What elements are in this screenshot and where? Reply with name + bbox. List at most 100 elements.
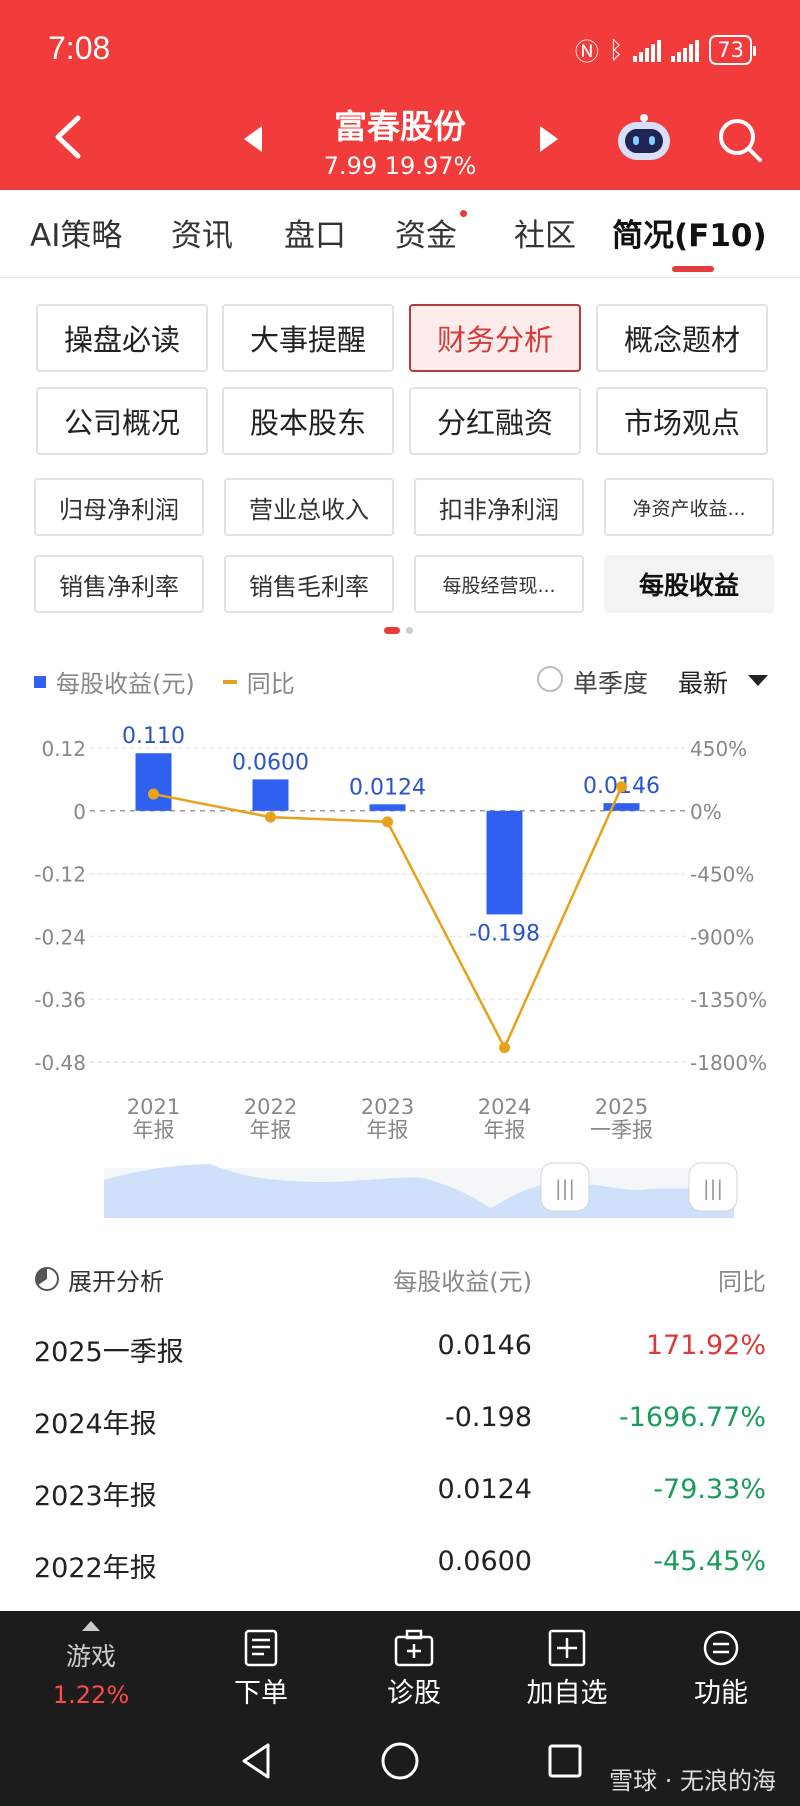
row-yoy: -1696.77% [618,1402,766,1433]
x-period-label: 年报 [250,1118,292,1142]
left-tick-label: -0.36 [34,988,86,1012]
dropdown-arrow-icon[interactable] [748,675,768,686]
header-eps: 每股收益(元) [393,1268,532,1296]
active-tab-indicator [672,266,714,272]
metric-net-profit-parent[interactable]: 归母净利润 [34,478,204,536]
tab-f10-overview[interactable]: 简况(F10) [612,210,767,255]
stock-price: 7.99 19.97% [323,152,477,180]
nav-functions-label: 功能 [694,1678,748,1709]
row-period: 2025一季报 [34,1337,184,1368]
row-period: 2023年报 [34,1481,157,1512]
expand-analysis-icon[interactable] [34,1266,60,1292]
yoy-point [382,816,393,828]
legend-line-swatch [222,679,237,684]
section-major-events[interactable]: 大事提醒 [222,304,394,372]
section-market-views[interactable]: 市场观点 [596,387,768,455]
right-tick-label: 0% [690,800,722,824]
x-year-label: 2023 [361,1095,414,1119]
nav-game[interactable]: 游戏 1.22% [26,1621,156,1709]
tab-ai-strategy[interactable]: AI策略 [30,210,122,255]
eps-bar-label: 0.0600 [232,750,309,775]
x-year-label: 2025 [595,1095,648,1119]
section-financial-analysis[interactable]: 财务分析 [409,304,581,372]
eps-bar-label: 0.0124 [349,775,426,800]
left-tick-label: 0.12 [41,737,86,761]
row-eps: 0.0146 [437,1330,532,1361]
section-trading-must-read[interactable]: 操盘必读 [36,304,208,372]
system-back-icon[interactable] [242,1743,270,1779]
right-tick-label: -1800% [690,1051,767,1075]
nav-add-watchlist-label: 加自选 [526,1678,608,1709]
tab-news[interactable]: 资讯 [171,210,233,255]
next-stock-icon[interactable] [540,126,558,152]
section-concepts[interactable]: 概念题材 [596,304,768,372]
x-period-label: 年报 [367,1118,409,1142]
legend-line-label: 同比 [246,670,295,698]
metric-deducted-net-profit[interactable]: 扣非净利润 [414,478,584,536]
nav-order-label: 下单 [234,1678,288,1709]
expand-up-icon [82,1621,100,1631]
chart-legend: 每股收益(元) 同比 [34,664,295,699]
eps-bar [603,803,640,811]
page-indicator [384,627,413,634]
add-square-icon [548,1629,586,1667]
watermark: 雪球 · 无浪的海 [609,1767,776,1795]
eps-bar [252,779,289,811]
notification-dot [460,210,467,217]
top-header: 7:08 Ⓝ ᛒ 73 富春股份 7.99 19.97% [0,0,800,190]
header-yoy: 同比 [718,1268,766,1296]
search-icon[interactable] [716,116,764,164]
eps-bar-label: 0.110 [122,724,185,749]
left-tick-label: -0.48 [34,1051,86,1075]
tab-order-book[interactable]: 盘口 [284,210,346,255]
x-period-label: 年报 [484,1118,526,1142]
section-dividends[interactable]: 分红融资 [409,387,581,455]
nav-game-pct: 1.22% [52,1681,130,1709]
metric-total-revenue[interactable]: 营业总收入 [224,478,394,536]
metric-gross-margin[interactable]: 销售毛利率 [224,555,394,613]
metric-roe[interactable]: 净资产收益... [604,478,774,536]
row-eps: 0.0600 [437,1546,532,1577]
stock-title: 富春股份 7.99 19.97% [0,100,800,180]
metric-net-margin[interactable]: 销售净利率 [34,555,204,613]
order-document-icon [244,1629,278,1667]
system-recents-icon[interactable] [548,1744,582,1778]
nav-functions[interactable]: 功能 [656,1629,786,1710]
nav-add-watchlist[interactable]: 加自选 [502,1629,632,1710]
status-time: 7:08 [48,30,111,66]
table-header: 展开分析 每股收益(元) 同比 [0,1258,800,1304]
x-year-label: 2022 [244,1095,297,1119]
table-row: 2025一季报 0.0146 171.92% [0,1318,800,1378]
section-company-profile[interactable]: 公司概况 [36,387,208,455]
single-quarter-label[interactable]: 单季度 [573,664,648,700]
eps-chart: 0.12 450% 0 0% -0.12 -450% -0.24 -900% -0.36 -135… [34,724,767,1218]
x-year-label: 2024 [478,1095,531,1119]
battery-icon: 73 [709,34,756,65]
nav-diagnose[interactable]: 诊股 [349,1629,479,1710]
left-tick-label: -0.12 [34,863,86,887]
section-shareholders[interactable]: 股本股东 [222,387,394,455]
metric-eps[interactable]: 每股收益 [604,555,774,613]
row-eps: -0.198 [444,1402,532,1433]
eps-bar [486,810,523,915]
nfc-icon: Ⓝ [574,38,599,66]
yoy-point [499,1042,510,1054]
left-tick-label: 0 [73,800,86,824]
tab-community[interactable]: 社区 [514,210,576,255]
bottom-nav: 游戏 1.22% 下单 诊股 加自选 功能 雪球 · 无浪的海 [0,1611,800,1806]
right-tick-label: -450% [690,863,754,887]
handle-grip-icon: ||| [703,1176,723,1200]
row-period: 2022年报 [34,1553,157,1584]
signal-icon [633,38,662,62]
period-select[interactable]: 最新 [678,664,728,700]
single-quarter-radio[interactable] [537,666,563,692]
expand-analysis-label[interactable]: 展开分析 [68,1262,164,1297]
row-eps: 0.0124 [437,1474,532,1505]
metric-operating-cash-per-share[interactable]: 每股经营现... [414,555,584,613]
legend-bar-label: 每股收益(元) [56,670,195,698]
robot-assistant-icon[interactable] [614,112,674,162]
nav-order[interactable]: 下单 [196,1629,326,1710]
system-home-icon[interactable] [381,1742,419,1780]
legend-bar-swatch [34,675,46,688]
tab-funds[interactable]: 资金 [395,210,457,255]
